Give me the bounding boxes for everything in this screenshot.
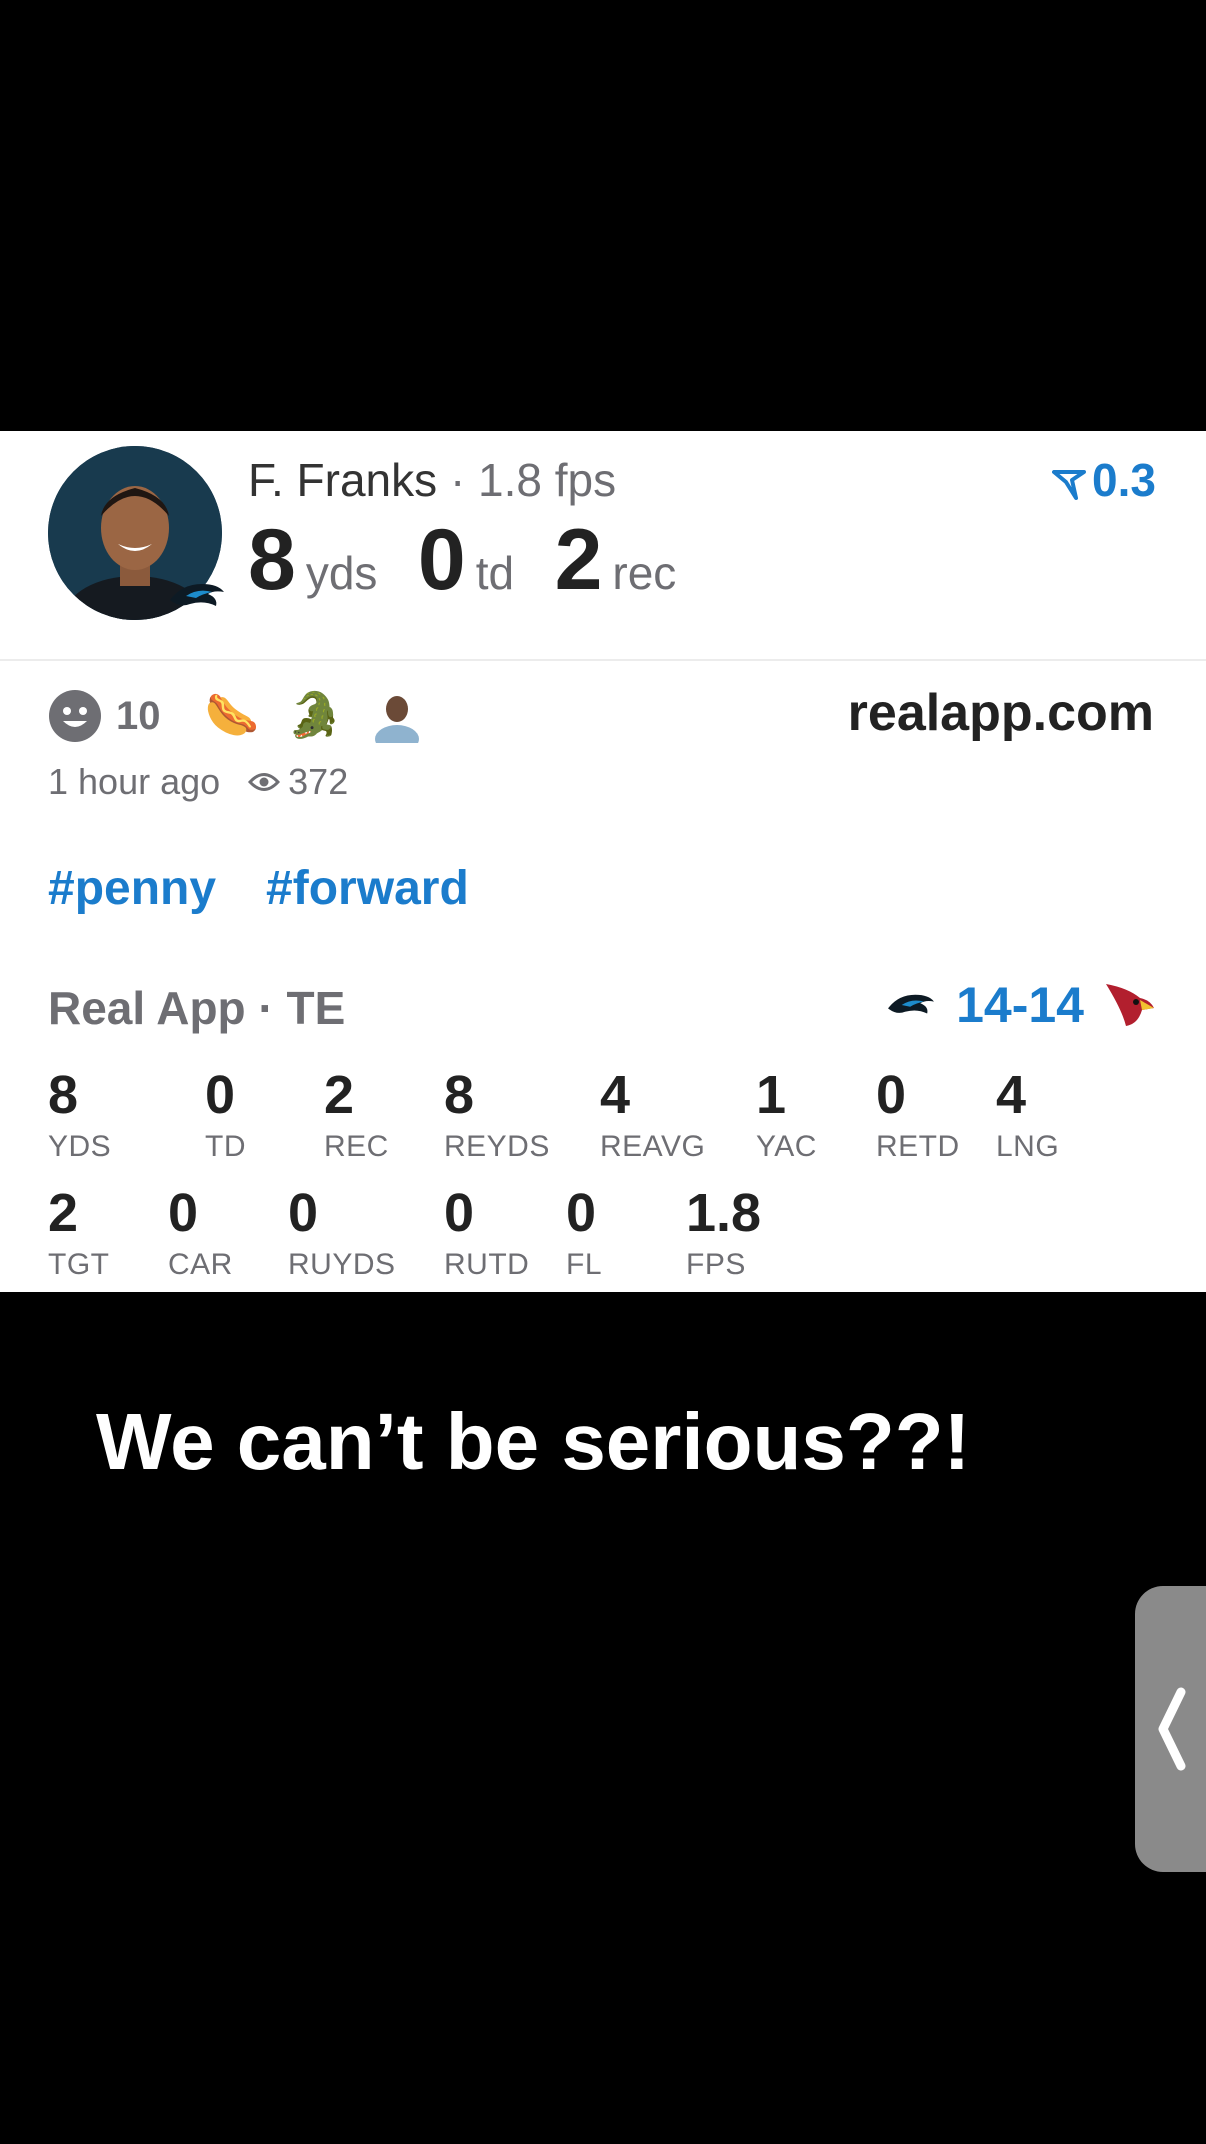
- stat-label: FL: [566, 1248, 603, 1281]
- post-card: F. Franks · 1.8 fps 8 yds 0 td 2 rec 0.3 10…: [0, 431, 1206, 1292]
- stat-label: RUTD: [444, 1248, 530, 1281]
- score-value: 14-14: [956, 977, 1084, 1033]
- stat-label: CAR: [168, 1248, 233, 1281]
- stat-retd: 0 RETD: [876, 1068, 960, 1164]
- side-panel-handle[interactable]: [1135, 1586, 1206, 1872]
- separator: ·: [449, 454, 466, 506]
- player-header[interactable]: F. Franks · 1.8 fps 8 yds 0 td 2 rec 0.3: [0, 431, 1206, 661]
- stat-label: YAC: [756, 1130, 817, 1163]
- rec-unit: rec: [612, 547, 677, 599]
- stat-yds: 8 YDS: [48, 1068, 111, 1164]
- reaction-count: 10: [116, 693, 161, 738]
- stat-value: 4: [600, 1065, 631, 1125]
- stat-label: FPS: [686, 1248, 746, 1281]
- panthers-logo-icon: [170, 584, 224, 606]
- stat-label: TD: [205, 1130, 246, 1163]
- site-link[interactable]: realapp.com: [848, 683, 1154, 743]
- stat-td: 0 TD: [205, 1068, 246, 1164]
- hashtags: #penny #forward: [48, 861, 469, 916]
- stat-value: 0: [288, 1183, 319, 1243]
- view-count: 372: [288, 761, 349, 802]
- stat-reyds: 8 REYDS: [444, 1068, 550, 1164]
- stat-label: YDS: [48, 1130, 112, 1163]
- stat-value: 1: [756, 1065, 787, 1125]
- stat-value: 2: [48, 1183, 79, 1243]
- cardinals-logo-icon: [1106, 984, 1154, 1026]
- td-unit: td: [475, 547, 515, 599]
- stat-label: REC: [324, 1130, 389, 1163]
- flag-icon: [1052, 469, 1087, 500]
- stat-value: 8: [48, 1065, 79, 1125]
- stat-label: LNG: [996, 1130, 1060, 1163]
- stat-value: 0: [876, 1065, 907, 1125]
- stat-label: RUYDS: [288, 1248, 396, 1281]
- stat-value: 0: [205, 1065, 236, 1125]
- reactions-row: 10 🌭 🐊: [48, 681, 424, 751]
- price-badge[interactable]: 0.3: [1052, 453, 1156, 507]
- hashtag-link[interactable]: #forward: [266, 861, 469, 916]
- td-value: 0: [417, 512, 466, 608]
- player-fps: 1.8 fps: [478, 454, 617, 506]
- player-name: F. Franks: [248, 454, 438, 506]
- player-name-line: F. Franks · 1.8 fps: [248, 453, 616, 507]
- stat-label: RETD: [876, 1130, 960, 1163]
- stat-reavg: 4 REAVG: [600, 1068, 705, 1164]
- stat-value: 1.8: [686, 1183, 762, 1243]
- stat-lng: 4 LNG: [996, 1068, 1059, 1164]
- stat-fl: 0 FL: [566, 1186, 602, 1282]
- stat-fps: 1.8 FPS: [686, 1186, 761, 1282]
- panthers-logo-icon: [888, 994, 935, 1014]
- player-position: TE: [286, 982, 346, 1034]
- post-time: 1 hour ago: [48, 761, 221, 802]
- yds-unit: yds: [305, 547, 378, 599]
- stat-value: 8: [444, 1065, 475, 1125]
- stat-tgt: 2 TGT: [48, 1186, 110, 1282]
- stat-rec: 2 REC: [324, 1068, 389, 1164]
- stat-label: TGT: [48, 1248, 110, 1281]
- price-value: 0.3: [1092, 454, 1156, 506]
- app-name: Real App: [48, 982, 246, 1034]
- game-score[interactable]: 14-14: [884, 976, 1156, 1034]
- stat-value: 0: [444, 1183, 475, 1243]
- yds-value: 8: [248, 512, 296, 608]
- hotdog-emoji-icon[interactable]: 🌭: [205, 694, 260, 738]
- stat-value: 0: [168, 1183, 199, 1243]
- stat-car: 0 CAR: [168, 1186, 233, 1282]
- eye-icon: [248, 773, 281, 791]
- crocodile-emoji-icon[interactable]: 🐊: [287, 694, 342, 738]
- rec-value: 2: [554, 512, 603, 608]
- app-position-line: Real App · TE: [48, 982, 346, 1034]
- stat-yac: 1 YAC: [756, 1068, 817, 1164]
- person-sticker-icon[interactable]: [370, 689, 424, 743]
- story-caption: We can’t be serious??!: [96, 1397, 971, 1486]
- stat-label: REYDS: [444, 1130, 550, 1163]
- stat-label: REAVG: [600, 1130, 706, 1163]
- hashtag-link[interactable]: #penny: [48, 861, 216, 916]
- stat-value: 4: [996, 1065, 1027, 1125]
- chevron-left-icon: [1158, 1687, 1186, 1771]
- post-meta: 1 hour ago 372: [48, 761, 348, 803]
- stat-rutd: 0 RUTD: [444, 1186, 529, 1282]
- headline-stats: 8 yds 0 td 2 rec: [248, 511, 712, 610]
- stat-ruyds: 0 RUYDS: [288, 1186, 396, 1282]
- stat-value: 0: [566, 1183, 597, 1243]
- stat-value: 2: [324, 1065, 355, 1125]
- smiley-icon[interactable]: [48, 689, 102, 743]
